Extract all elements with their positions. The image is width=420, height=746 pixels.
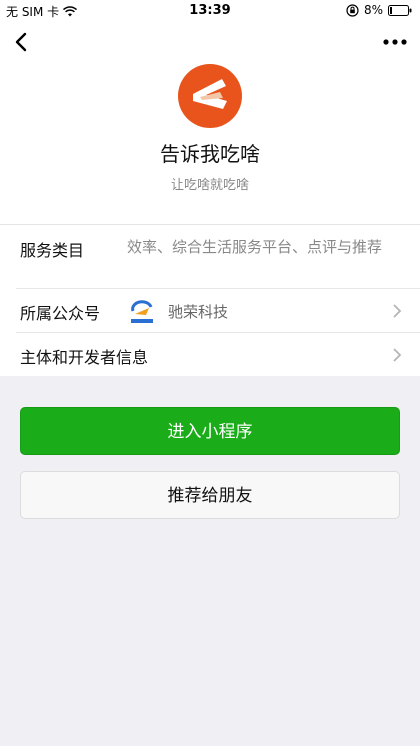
recommend-to-friend-button[interactable]: 推荐给朋友 xyxy=(20,471,400,519)
mini-program-profile-page: 无 SIM 卡 13:39 8% 告诉我吃啥 让吃啥就吃啥 服务类目 效率、综合… xyxy=(0,0,420,746)
profile-header: 告诉我吃啥 让吃啥就吃啥 xyxy=(0,64,420,224)
developer-info-row[interactable]: 主体和开发者信息 xyxy=(0,333,420,377)
nav-bar xyxy=(0,22,420,64)
service-category-label: 服务类目 xyxy=(20,241,85,260)
account-logo-icon xyxy=(127,297,157,327)
enter-mini-program-button[interactable]: 进入小程序 xyxy=(20,407,400,455)
developer-info-label: 主体和开发者信息 xyxy=(20,348,149,367)
app-slogan: 让吃啥就吃啥 xyxy=(170,178,249,193)
back-icon[interactable] xyxy=(10,30,34,54)
chevron-right-icon xyxy=(393,304,402,318)
battery-percent: 8% xyxy=(363,3,383,17)
official-account-row[interactable]: 所属公众号 驰荣科技 xyxy=(0,289,420,333)
status-right: 8% xyxy=(346,3,412,17)
service-category-row: 服务类目 效率、综合生活服务平台、点评与推荐 xyxy=(0,225,420,289)
status-bar: 无 SIM 卡 13:39 8% xyxy=(0,0,420,22)
info-list: 服务类目 效率、综合生活服务平台、点评与推荐 所属公众号 驰荣科技 主体和开发者… xyxy=(0,224,420,376)
more-icon[interactable] xyxy=(382,32,408,52)
official-account-name: 驰荣科技 xyxy=(168,303,229,321)
rotation-lock-icon xyxy=(346,3,359,17)
app-avatar xyxy=(178,64,242,128)
service-category-value: 效率、综合生活服务平台、点评与推荐 xyxy=(127,238,383,256)
app-name: 告诉我吃啥 xyxy=(160,142,260,166)
battery-icon xyxy=(388,4,412,16)
chevron-right-icon xyxy=(393,348,402,362)
official-account-label: 所属公众号 xyxy=(20,304,101,323)
